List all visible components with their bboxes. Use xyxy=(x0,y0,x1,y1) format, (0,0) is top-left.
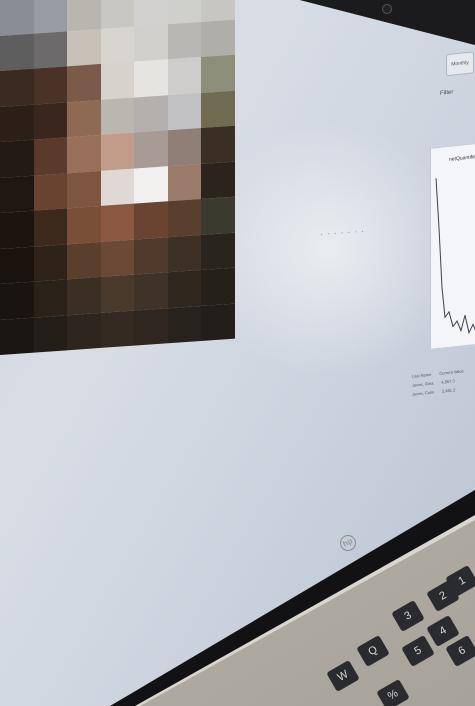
filter-label[interactable]: Filter xyxy=(440,89,453,96)
video-pixel xyxy=(0,0,34,36)
video-pixel xyxy=(134,307,168,346)
video-pixel xyxy=(167,269,202,308)
video-pixel xyxy=(100,0,135,29)
video-pixel xyxy=(201,19,235,57)
mini-line-chart xyxy=(435,178,475,336)
video-pixel xyxy=(201,125,235,164)
video-pixel xyxy=(0,317,34,355)
video-pixel xyxy=(0,175,34,213)
video-pixel xyxy=(100,97,135,135)
video-pixel xyxy=(134,165,168,204)
photo-scene: · · · · · · · Monthly Filter netQuantifi… xyxy=(0,0,475,706)
app-side-panel: Monthly Filter netQuantified Last Name C… xyxy=(410,32,475,450)
video-pixel xyxy=(134,59,168,98)
tab-monthly[interactable]: Monthly xyxy=(446,51,474,77)
video-pixel xyxy=(67,276,101,315)
video-pixel xyxy=(0,104,34,142)
pixelated-video-tile xyxy=(0,0,235,355)
video-pixel xyxy=(201,54,235,93)
video-pixel xyxy=(134,23,168,62)
video-pixel xyxy=(167,163,202,202)
chart-card: netQuantified xyxy=(430,141,475,350)
video-pixel xyxy=(33,172,68,211)
video-pixel xyxy=(201,303,235,341)
video-pixel xyxy=(67,170,101,209)
video-pixel xyxy=(167,198,202,237)
video-pixel xyxy=(201,232,235,270)
video-pixel xyxy=(201,267,235,306)
table-cell: Jones, Colin xyxy=(412,389,435,397)
video-pixel xyxy=(0,281,34,320)
video-pixel xyxy=(100,168,135,206)
video-pixel xyxy=(167,234,202,273)
video-pixel xyxy=(67,241,101,280)
video-pixel xyxy=(33,279,68,318)
video-pixel xyxy=(33,243,68,282)
video-pixel xyxy=(0,210,34,249)
video-pixel xyxy=(134,272,168,311)
video-pixel xyxy=(67,63,101,102)
video-pixel xyxy=(0,139,34,178)
video-pixel xyxy=(33,101,68,140)
video-pixel xyxy=(67,205,101,244)
data-table: Last Name Current Value Jones, Gina 4,56… xyxy=(410,362,475,440)
video-pixel xyxy=(100,132,135,171)
video-pixel xyxy=(201,196,235,235)
video-pixel xyxy=(167,56,202,95)
video-pixel xyxy=(167,305,202,344)
video-pixel xyxy=(0,68,34,107)
video-pixel xyxy=(33,30,68,69)
video-pixel xyxy=(33,66,68,105)
video-pixel xyxy=(134,130,168,169)
video-pixel xyxy=(33,314,68,353)
chart-card-title: netQuantified xyxy=(449,153,475,163)
video-pixel xyxy=(100,239,135,277)
video-pixel xyxy=(100,274,135,313)
video-pixel xyxy=(201,0,235,22)
video-pixel xyxy=(67,0,101,31)
video-pixel xyxy=(33,137,68,176)
video-pixel xyxy=(100,26,135,64)
video-pixel xyxy=(134,94,168,133)
video-pixel xyxy=(33,208,68,247)
video-pixel xyxy=(33,0,68,34)
video-pixel xyxy=(67,28,101,67)
video-pixel xyxy=(167,21,202,60)
video-pixel xyxy=(0,33,34,71)
video-pixel xyxy=(201,161,235,199)
video-pixel xyxy=(100,203,135,242)
video-pixel xyxy=(134,236,168,275)
video-pixel xyxy=(134,201,168,240)
video-pixel xyxy=(67,99,101,138)
table-cell: 2,451.2 xyxy=(442,387,456,394)
video-pixel xyxy=(167,92,202,131)
video-pixel xyxy=(167,0,202,24)
video-pixel xyxy=(100,61,135,100)
video-pixel xyxy=(167,127,202,166)
video-pixel xyxy=(201,90,235,128)
video-pixel xyxy=(67,134,101,173)
video-pixel xyxy=(100,310,135,348)
video-pixel xyxy=(0,246,34,284)
video-pixel xyxy=(134,0,168,27)
webcam-lens-icon xyxy=(382,4,392,14)
video-pixel xyxy=(67,312,101,351)
